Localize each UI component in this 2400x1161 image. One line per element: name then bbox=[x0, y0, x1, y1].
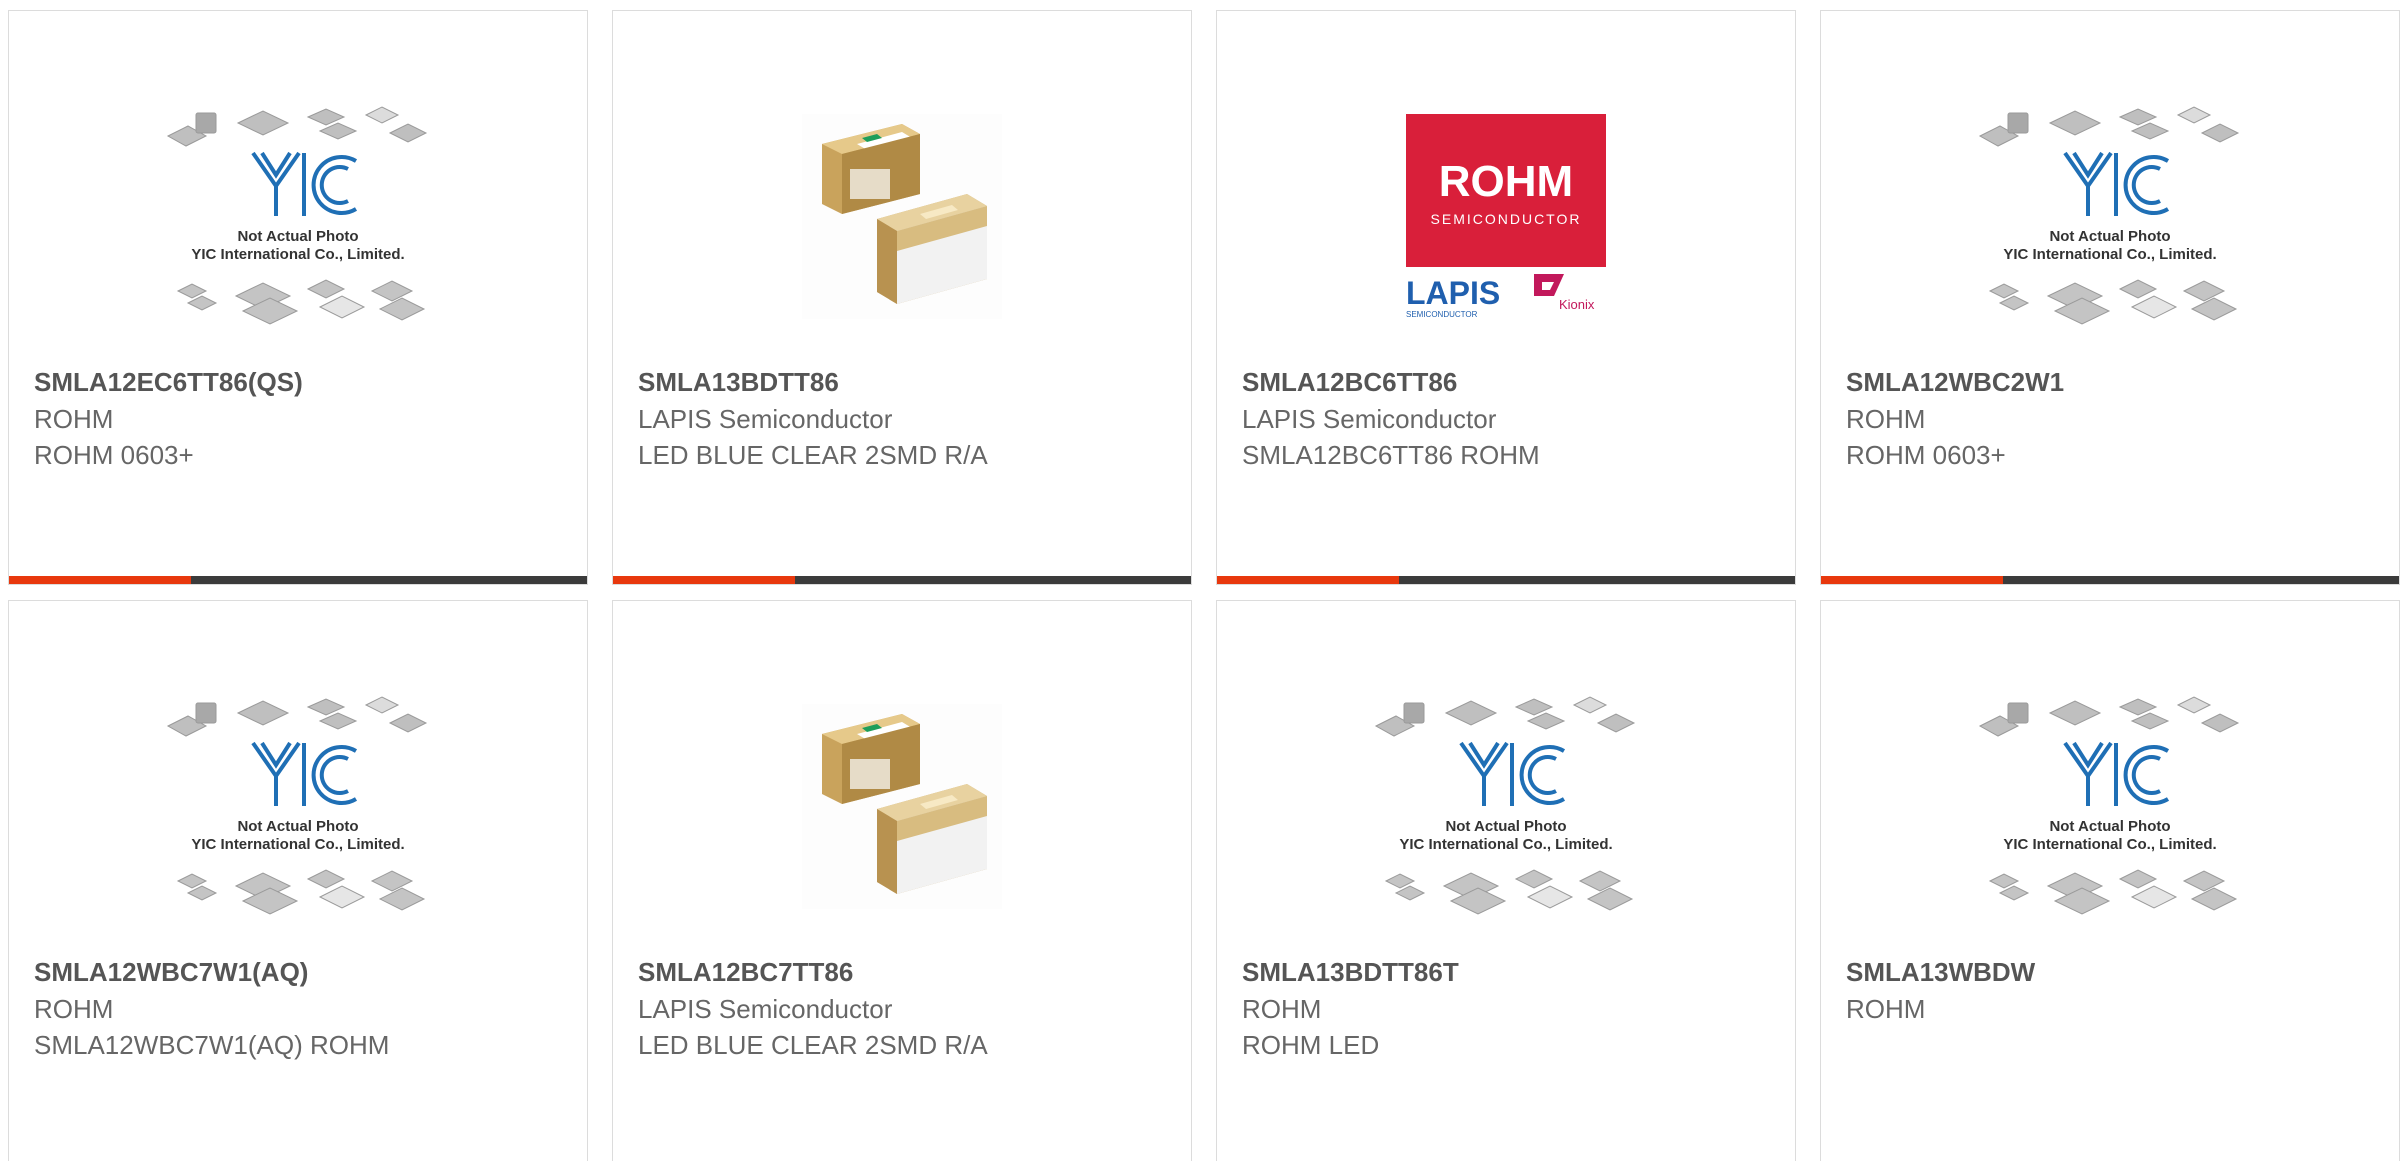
product-image[interactable]: Not Actual Photo YIC International Co., … bbox=[1217, 671, 1795, 941]
product-card[interactable]: Not Actual Photo YIC International Co., … bbox=[1216, 600, 1796, 1161]
placeholder-image: Not Actual Photo YIC International Co., … bbox=[1978, 696, 2240, 915]
card-bottom-accent bbox=[1821, 576, 2003, 584]
placeholder-line1: Not Actual Photo bbox=[237, 818, 358, 835]
placeholder-line2: YIC International Co., Limited. bbox=[191, 246, 404, 263]
product-card[interactable]: Not Actual Photo YIC International Co., … bbox=[1820, 10, 2400, 585]
placeholder-line1: Not Actual Photo bbox=[1445, 818, 1566, 835]
product-manufacturer: ROHM bbox=[1242, 994, 1322, 1024]
product-description: LED BLUE CLEAR 2SMD R/A bbox=[638, 440, 988, 470]
card-bottom-bar bbox=[613, 576, 1191, 584]
product-image[interactable] bbox=[613, 81, 1191, 351]
card-bottom-accent bbox=[1217, 576, 1399, 584]
product-part-number[interactable]: SMLA13WBDW bbox=[1846, 957, 2035, 988]
product-part-number[interactable]: SMLA12WBC2W1 bbox=[1846, 367, 2064, 398]
card-bottom-bar bbox=[1821, 576, 2399, 584]
product-description: SMLA12BC6TT86 ROHM bbox=[1242, 440, 1540, 470]
svg-text:LAPIS: LAPIS bbox=[1406, 275, 1500, 311]
product-part-number[interactable]: SMLA13BDTT86T bbox=[1242, 957, 1459, 988]
product-part-number[interactable]: SMLA12EC6TT86(QS) bbox=[34, 367, 303, 398]
product-description: SMLA12WBC7W1(AQ) ROHM bbox=[34, 1030, 390, 1060]
card-bottom-bar bbox=[1217, 576, 1795, 584]
product-card[interactable]: SMLA13BDTT86 LAPIS Semiconductor LED BLUE … bbox=[612, 10, 1192, 585]
placeholder-line1: Not Actual Photo bbox=[237, 228, 358, 245]
led-photo-image bbox=[802, 703, 1002, 909]
product-image[interactable]: Not Actual Photo YIC International Co., … bbox=[1821, 81, 2399, 351]
product-manufacturer: LAPIS Semiconductor bbox=[638, 994, 893, 1024]
placeholder-image: Not Actual Photo YIC International Co., … bbox=[166, 696, 428, 915]
svg-text:Kionix: Kionix bbox=[1559, 297, 1595, 312]
product-description: ROHM LED bbox=[1242, 1030, 1380, 1060]
product-manufacturer: ROHM bbox=[34, 404, 114, 434]
product-image[interactable]: Not Actual Photo YIC International Co., … bbox=[1821, 671, 2399, 941]
product-manufacturer: ROHM bbox=[1846, 994, 1926, 1024]
product-part-number[interactable]: SMLA12BC7TT86 bbox=[638, 957, 853, 988]
product-card[interactable]: Not Actual Photo YIC International Co., … bbox=[8, 600, 588, 1161]
placeholder-image: Not Actual Photo YIC International Co., … bbox=[1374, 696, 1636, 915]
card-bottom-bar bbox=[9, 576, 587, 584]
product-part-number[interactable]: SMLA12BC6TT86 bbox=[1242, 367, 1457, 398]
svg-text:SEMICONDUCTOR: SEMICONDUCTOR bbox=[1406, 310, 1478, 319]
product-image[interactable]: Not Actual Photo YIC International Co., … bbox=[9, 81, 587, 351]
led-photo-image bbox=[802, 113, 1002, 319]
product-description: ROHM 0603+ bbox=[1846, 440, 2006, 470]
product-card[interactable]: Not Actual Photo YIC International Co., … bbox=[8, 10, 588, 585]
placeholder-line2: YIC International Co., Limited. bbox=[1399, 836, 1612, 853]
product-image[interactable] bbox=[613, 671, 1191, 941]
placeholder-image: Not Actual Photo YIC International Co., … bbox=[1978, 106, 2240, 325]
product-card[interactable]: Not Actual Photo YIC International Co., … bbox=[1820, 600, 2400, 1161]
svg-text:ROHM: ROHM bbox=[1438, 157, 1572, 206]
product-manufacturer: LAPIS Semiconductor bbox=[1242, 404, 1497, 434]
rohm-logo-image: ROHM SEMICONDUCTOR LAPIS SEMICONDUCTOR K… bbox=[1405, 113, 1606, 319]
product-card[interactable]: SMLA12BC7TT86 LAPIS Semiconductor LED BLUE… bbox=[612, 600, 1192, 1161]
placeholder-line2: YIC International Co., Limited. bbox=[2003, 246, 2216, 263]
placeholder-line1: Not Actual Photo bbox=[2049, 818, 2170, 835]
product-image[interactable]: ROHM SEMICONDUCTOR LAPIS SEMICONDUCTOR K… bbox=[1217, 81, 1795, 351]
product-part-number[interactable]: SMLA13BDTT86 bbox=[638, 367, 839, 398]
card-bottom-accent bbox=[9, 576, 191, 584]
placeholder-line2: YIC International Co., Limited. bbox=[2003, 836, 2216, 853]
product-description: LED BLUE CLEAR 2SMD R/A bbox=[638, 1030, 988, 1060]
product-manufacturer: LAPIS Semiconductor bbox=[638, 404, 893, 434]
product-description: ROHM 0603+ bbox=[34, 440, 194, 470]
placeholder-line2: YIC International Co., Limited. bbox=[191, 836, 404, 853]
placeholder-image: Not Actual Photo YIC International Co., … bbox=[166, 106, 428, 325]
placeholder-line1: Not Actual Photo bbox=[2049, 228, 2170, 245]
svg-text:SEMICONDUCTOR: SEMICONDUCTOR bbox=[1430, 211, 1581, 227]
product-manufacturer: ROHM bbox=[34, 994, 114, 1024]
card-bottom-accent bbox=[613, 576, 795, 584]
product-part-number[interactable]: SMLA12WBC7W1(AQ) bbox=[34, 957, 308, 988]
product-card[interactable]: ROHM SEMICONDUCTOR LAPIS SEMICONDUCTOR K… bbox=[1216, 10, 1796, 585]
product-image[interactable]: Not Actual Photo YIC International Co., … bbox=[9, 671, 587, 941]
product-manufacturer: ROHM bbox=[1846, 404, 1926, 434]
